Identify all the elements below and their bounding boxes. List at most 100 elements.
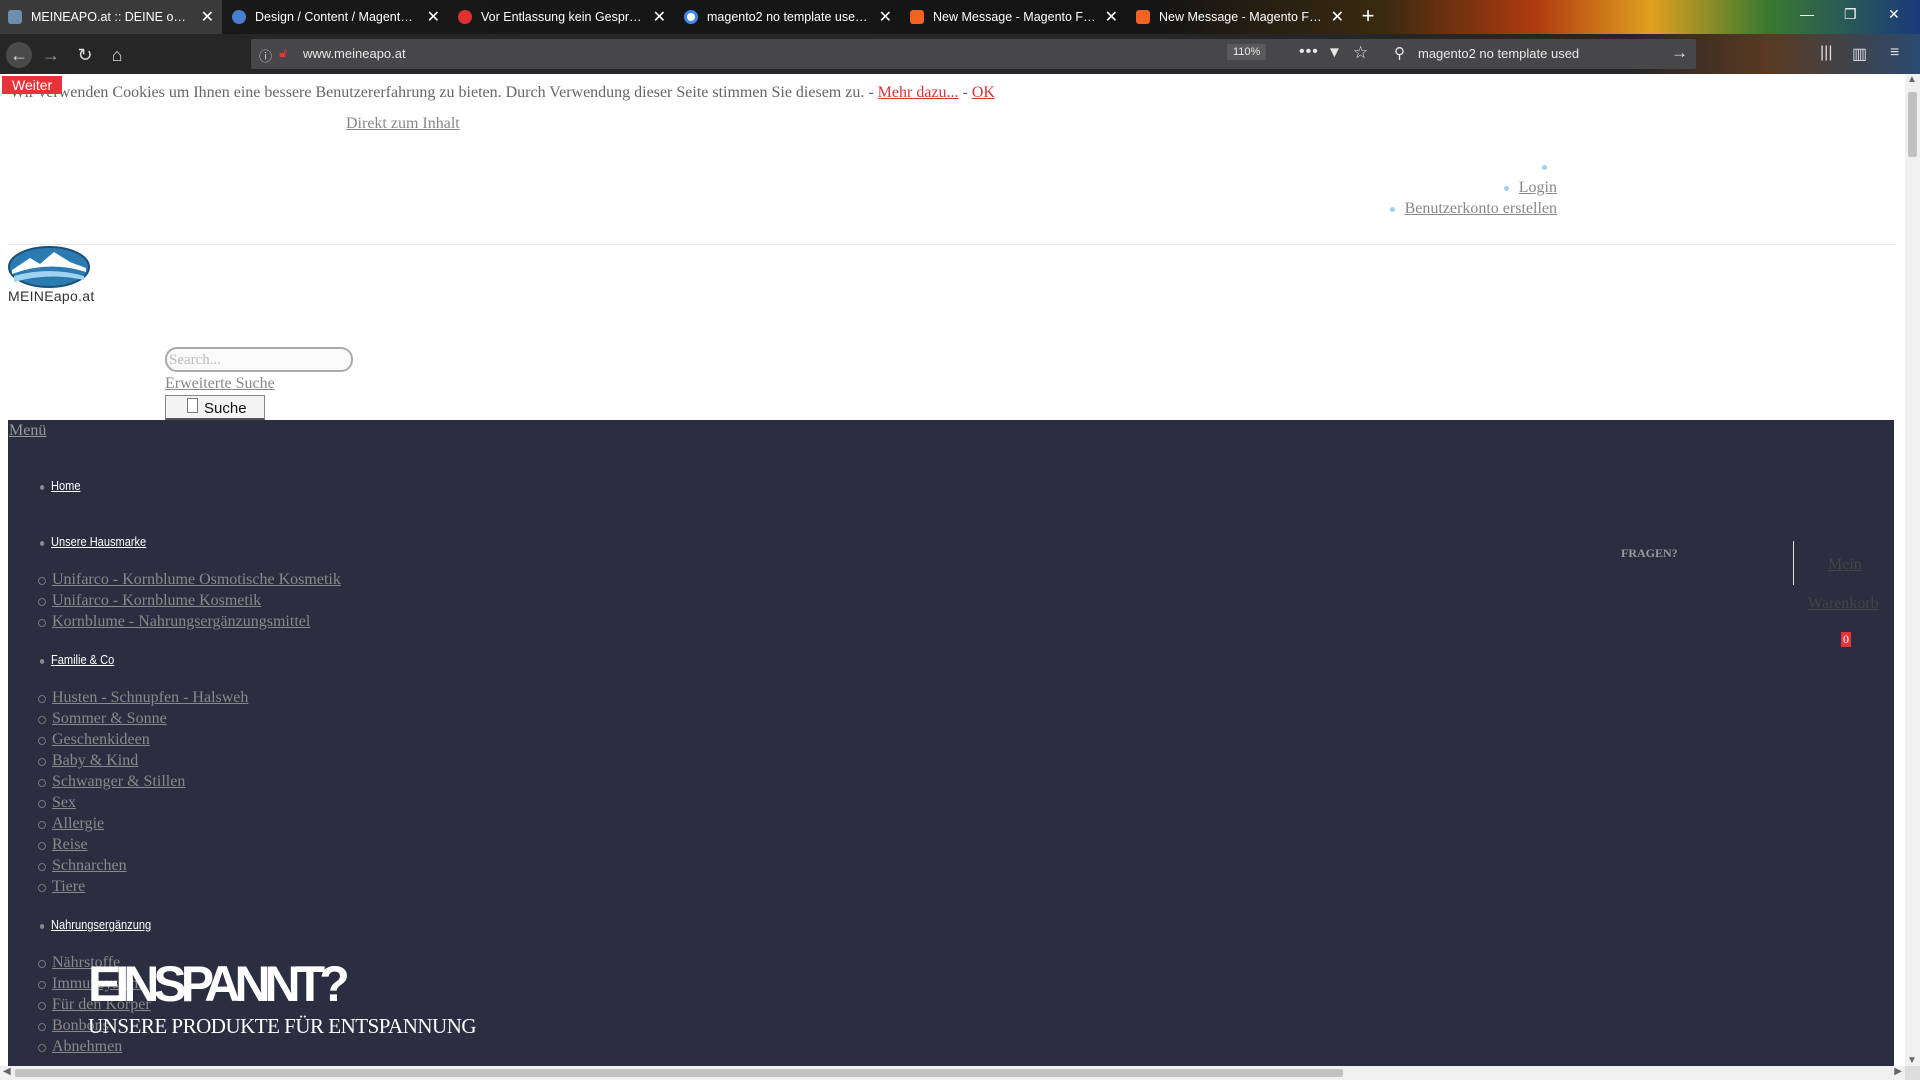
menu-toggle[interactable]: Menü bbox=[9, 422, 46, 440]
url-text[interactable]: www.meineapo.at bbox=[303, 46, 406, 61]
nav-subitem[interactable]: Baby & Kind bbox=[37, 752, 138, 770]
nav-subitem[interactable]: Sex bbox=[38, 794, 76, 812]
cookie-separator: - bbox=[958, 84, 972, 101]
scrollbar-thumb[interactable] bbox=[1908, 92, 1917, 157]
nav-subitem[interactable]: Schwanger & Stillen bbox=[37, 773, 185, 791]
insecure-lock-icon[interactable]: 🔓︎ bbox=[279, 45, 293, 61]
library-icon[interactable]: ||| bbox=[1820, 44, 1832, 62]
nav-subitem[interactable]: Reise bbox=[38, 836, 88, 854]
close-icon[interactable]: ✕ bbox=[201, 7, 214, 27]
nav-subitem[interactable]: Sommer & Sonne bbox=[38, 710, 167, 728]
bookmark-star-icon[interactable]: ☆ bbox=[1353, 43, 1368, 63]
scroll-right-icon[interactable]: ▶ bbox=[1894, 1066, 1902, 1077]
forward-button[interactable]: → bbox=[38, 42, 64, 68]
close-icon[interactable]: ✕ bbox=[1331, 7, 1344, 27]
search-button[interactable]: Suche bbox=[165, 395, 265, 421]
main-navigation: Menü Home Unsere Hausmarke Unifarco - Ko… bbox=[8, 420, 1894, 1066]
search-bar[interactable]: ⚲ magento2 no template used → bbox=[1386, 39, 1696, 69]
divider bbox=[1793, 541, 1794, 585]
nav-subitem[interactable]: Allergie bbox=[37, 815, 104, 833]
zoom-level[interactable]: 110% bbox=[1227, 44, 1267, 60]
cart-link[interactable]: Warenkorb bbox=[1808, 595, 1879, 613]
browser-tab[interactable]: New Message - Magento Forum ✕ bbox=[1128, 0, 1352, 34]
google-icon bbox=[684, 10, 698, 24]
nav-subitem[interactable]: Abnehmen bbox=[37, 1038, 122, 1056]
header-links: Login Benutzerkonto erstellen bbox=[1389, 156, 1557, 219]
more-icon[interactable]: ••• bbox=[1299, 43, 1319, 61]
nav-subitem[interactable]: Geschenkideen bbox=[38, 731, 150, 749]
cookie-more-link[interactable]: Mehr dazu... bbox=[878, 84, 959, 101]
logo-text: MEINEapo.at bbox=[8, 288, 95, 304]
close-window-icon[interactable]: ✕ bbox=[1888, 6, 1900, 23]
magento-icon bbox=[1136, 10, 1150, 24]
nav-item-home[interactable]: Home bbox=[40, 478, 80, 493]
nav-item-nahrung[interactable]: Nahrungsergänzung bbox=[39, 917, 151, 932]
hero-subline: UNSERE PRODUKTE FÜR ENTSPANNUNG bbox=[88, 1014, 477, 1038]
back-button[interactable]: ← bbox=[6, 42, 32, 68]
nav-item-familie[interactable]: Familie & Co bbox=[39, 652, 114, 667]
cookie-notice: Wir verwenden Cookies um Ihnen eine bess… bbox=[10, 84, 995, 102]
web-page: Weiter Wir verwenden Cookies um Ihnen ei… bbox=[0, 74, 1905, 1066]
tab-title: New Message - Magento Forum bbox=[1159, 10, 1323, 24]
nav-subitem[interactable]: Tiere bbox=[37, 878, 85, 896]
scroll-left-icon[interactable]: ◀ bbox=[3, 1066, 11, 1077]
nav-subitem[interactable]: Husten - Schnupfen - Halsweh bbox=[37, 689, 248, 707]
scroll-up-icon[interactable]: ▲ bbox=[1907, 74, 1917, 85]
browser-tab[interactable]: New Message - Magento Forum ✕ bbox=[902, 0, 1126, 34]
url-bar[interactable]: ⓘ 🔓︎ www.meineapo.at 110% ••• ▼ ☆ bbox=[251, 39, 1410, 69]
vertical-scrollbar[interactable]: ▲ ▼ bbox=[1905, 74, 1920, 1066]
browser-tab[interactable]: Design / Content / Magento Ad ✕ bbox=[224, 0, 448, 34]
menu-icon[interactable]: ≡ bbox=[1890, 44, 1899, 62]
browser-tab[interactable]: MEINEAPO.at :: DEINE online Ap ✕ bbox=[0, 0, 222, 34]
cookie-ok-link[interactable]: OK bbox=[972, 84, 995, 101]
nav-item-hausmarke[interactable]: Unsere Hausmarke bbox=[39, 534, 146, 549]
header-divider bbox=[8, 244, 1896, 245]
scrollbar-thumb[interactable] bbox=[15, 1069, 1343, 1077]
bullet-icon bbox=[1389, 206, 1395, 212]
horizontal-scrollbar[interactable]: ◀ ▶ bbox=[0, 1066, 1905, 1080]
tab-title: magento2 no template used - G bbox=[707, 10, 871, 24]
scroll-down-icon[interactable]: ▼ bbox=[1907, 1055, 1917, 1066]
new-tab-button[interactable]: + bbox=[1358, 3, 1378, 29]
tab-title: Vor Entlassung kein Gespräch n bbox=[481, 10, 645, 24]
tab-title: New Message - Magento Forum bbox=[933, 10, 1097, 24]
search-input[interactable]: Search... bbox=[165, 347, 353, 372]
home-button[interactable]: ⌂ bbox=[104, 42, 130, 68]
bullet-icon bbox=[1542, 164, 1547, 170]
browser-tab[interactable]: Vor Entlassung kein Gespräch n ✕ bbox=[450, 0, 674, 34]
info-icon[interactable]: ⓘ bbox=[259, 46, 272, 65]
mountain-logo-icon bbox=[8, 246, 90, 288]
cart-link[interactable]: Mein bbox=[1828, 556, 1862, 574]
weiter-button[interactable]: Weiter bbox=[2, 76, 63, 94]
nav-subitem[interactable]: Kornblume - Nahrungsergänzungsmittel bbox=[37, 613, 310, 631]
nav-subitem[interactable]: Unifarco - Kornblume Kosmetik bbox=[37, 592, 261, 610]
register-link[interactable]: Benutzerkonto erstellen bbox=[1405, 200, 1557, 217]
browser-nav-bar: ← → ↻ ⌂ ⓘ 🔓︎ www.meineapo.at 110% ••• ▼ … bbox=[0, 34, 1920, 74]
close-icon[interactable]: ✕ bbox=[653, 7, 666, 27]
nav-subitem[interactable]: Schnarchen bbox=[38, 857, 127, 875]
site-logo[interactable]: MEINEapo.at bbox=[8, 246, 134, 306]
search-button-label: Suche bbox=[204, 400, 247, 417]
sidebar-icon[interactable]: ▥ bbox=[1852, 44, 1867, 64]
nav-subitem[interactable]: Unifarco - Kornblume Osmotische Kosmetik bbox=[38, 571, 341, 589]
search-icon: ⚲ bbox=[1394, 45, 1405, 62]
restore-icon[interactable]: ❐ bbox=[1844, 6, 1857, 23]
scrollbar-corner bbox=[1905, 1066, 1920, 1080]
questions-label[interactable]: FRAGEN? bbox=[1621, 546, 1678, 561]
site-favicon-icon bbox=[232, 10, 246, 24]
go-arrow-icon[interactable]: → bbox=[1671, 43, 1688, 63]
close-icon[interactable]: ✕ bbox=[879, 7, 892, 27]
search-query[interactable]: magento2 no template used bbox=[1418, 46, 1579, 61]
reload-button[interactable]: ↻ bbox=[72, 42, 98, 68]
tab-title: Design / Content / Magento Ad bbox=[255, 10, 419, 24]
pocket-icon[interactable]: ▼ bbox=[1327, 44, 1342, 61]
hero-headline: EINSPANNT? bbox=[88, 956, 350, 1012]
advanced-search-link[interactable]: Erweiterte Suche bbox=[165, 375, 275, 393]
skip-to-content-link[interactable]: Direkt zum Inhalt bbox=[346, 115, 460, 133]
close-icon[interactable]: ✕ bbox=[427, 7, 440, 27]
minimize-icon[interactable]: — bbox=[1800, 6, 1814, 22]
browser-tab[interactable]: magento2 no template used - G ✕ bbox=[676, 0, 900, 34]
close-icon[interactable]: ✕ bbox=[1105, 7, 1118, 27]
login-link[interactable]: Login bbox=[1519, 179, 1557, 196]
cookie-text: Wir verwenden Cookies um Ihnen eine bess… bbox=[10, 84, 878, 101]
